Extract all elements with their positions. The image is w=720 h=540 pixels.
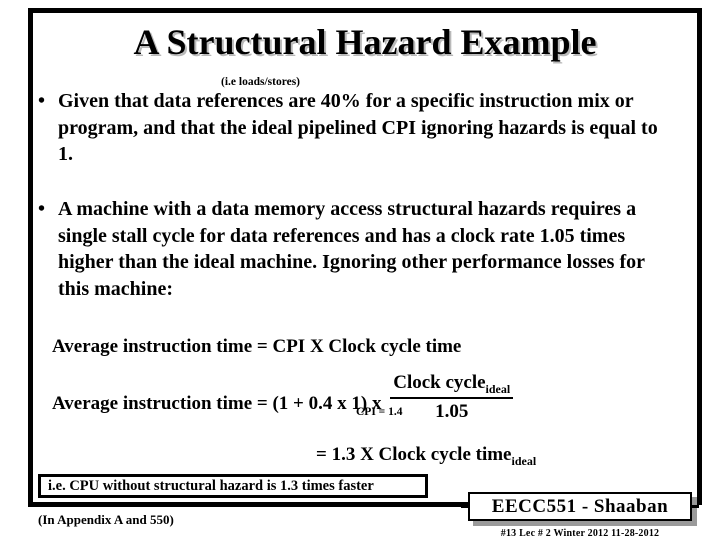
equation-line-2-lhs: Average instruction time = (1 + 0.4 x 1)…	[52, 393, 382, 415]
brand-right-nub	[691, 505, 699, 508]
slide-canvas: A Structural Hazard Example (i.e loads/s…	[0, 0, 720, 540]
equation-line-1: Average instruction time = CPI X Clock c…	[52, 336, 462, 357]
bullet-marker: •	[38, 90, 46, 112]
fraction-numerator-subscript: ideal	[485, 381, 511, 396]
bullet-marker: •	[38, 198, 46, 220]
fraction-numerator-text: Clock cycle	[393, 372, 486, 393]
equation-line-2: Average instruction time = (1 + 0.4 x 1)…	[52, 372, 514, 424]
slide-title: A Structural Hazard Example	[133, 22, 597, 62]
slide-frame-right-border	[697, 8, 702, 505]
conclusion-text: i.e. CPU without structural hazard is 1.…	[48, 477, 374, 494]
loads-stores-note: (i.e loads/stores)	[221, 76, 301, 88]
fraction-numerator: Clock cycleideal	[390, 372, 514, 400]
equation-line-3-text: = 1.3 X Clock cycle time	[316, 444, 512, 465]
conclusion-box: i.e. CPU without structural hazard is 1.…	[38, 474, 428, 498]
bullet-item-2: • A machine with a data memory access st…	[38, 196, 678, 302]
brand-left-nub	[461, 505, 469, 508]
appendix-reference-note: (In Appendix A and 550)	[38, 512, 174, 527]
course-branding: EECC551 - Shaaban #13 Lec # 2 Winter 201…	[461, 492, 699, 539]
cpi-value-note: CPI = 1.4	[356, 406, 403, 418]
equation-line-3: = 1.3 X Clock cycle timeideal	[316, 444, 536, 469]
bullet-text: Given that data references are 40% for a…	[58, 90, 658, 166]
slide-frame-left-border	[28, 8, 33, 507]
slide-frame-top-border	[28, 8, 702, 13]
fraction-denominator: 1.05	[435, 401, 469, 423]
course-title-box: EECC551 - Shaaban	[461, 492, 699, 521]
equation-line-3-subscript: ideal	[511, 453, 537, 468]
bullet-text: A machine with a data memory access stru…	[58, 198, 645, 300]
lecture-meta: #13 Lec # 2 Winter 2012 11-28-2012	[500, 528, 660, 539]
course-title: EECC551 - Shaaban	[491, 495, 669, 517]
clock-cycle-fraction: Clock cycleideal 1.05	[390, 372, 514, 424]
slide-frame-bottom-border	[28, 502, 480, 507]
bullet-item-1: • Given that data references are 40% for…	[38, 88, 668, 168]
